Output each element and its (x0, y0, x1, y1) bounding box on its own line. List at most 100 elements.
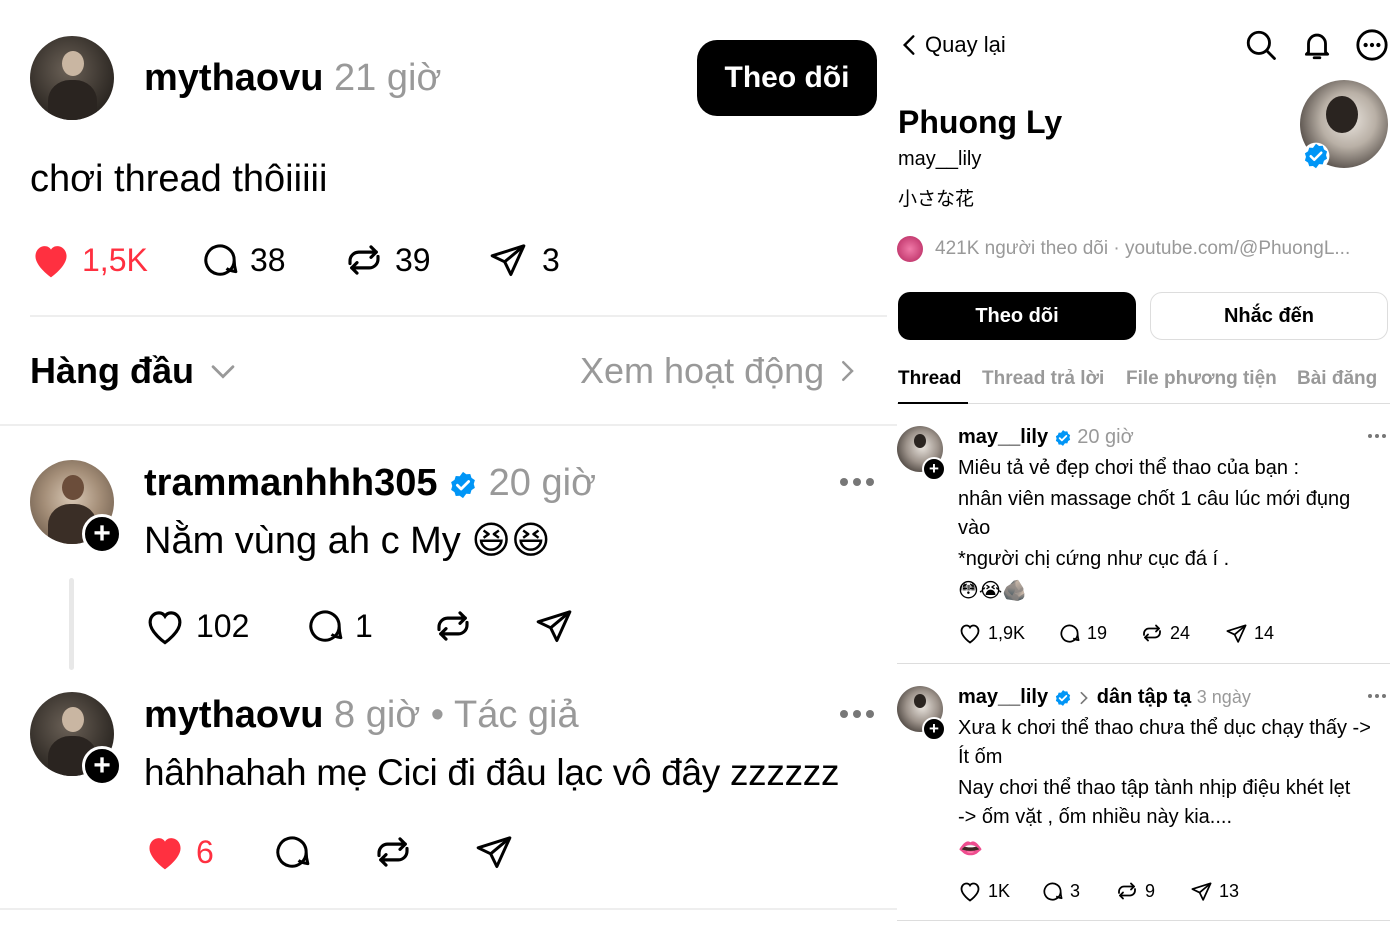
search-icon[interactable] (1244, 28, 1278, 62)
author-tag: Tác giả (453, 694, 579, 736)
chevron-right-icon (1080, 691, 1089, 704)
repost-icon (1143, 624, 1161, 642)
post-header: may__lily 20 giờ (958, 425, 1134, 449)
more-options-icon[interactable] (1368, 694, 1386, 698)
follow-button[interactable]: Theo dõi (697, 40, 877, 116)
like-count: 1K (988, 880, 1011, 901)
chevron-left-icon (902, 35, 915, 55)
comment-button[interactable] (272, 830, 312, 874)
post-emoji: 👄 (958, 838, 983, 860)
thread-line (69, 578, 74, 670)
share-count: 13 (1219, 880, 1240, 901)
repost-button[interactable] (372, 830, 414, 874)
reply-header: mythaovu 8 giờ • Tác giả (144, 692, 579, 738)
reply-time: 8 giờ (334, 694, 421, 736)
follow-plus-button[interactable]: + (922, 457, 946, 481)
comment-count: 19 (1087, 622, 1108, 643)
repost-button[interactable]: 39 (343, 238, 431, 282)
like-button[interactable]: 1,9K (958, 620, 1025, 646)
post-line: -> ốm vặt , ốm nhiều này kia.... (958, 806, 1233, 828)
more-circle-icon[interactable] (1355, 28, 1389, 62)
back-button[interactable]: Quay lại (899, 30, 1006, 60)
follow-plus-button[interactable]: + (82, 746, 122, 786)
comment-icon (204, 244, 238, 276)
follow-plus-button[interactable]: + (82, 514, 122, 554)
sort-label: Hàng đầu (30, 350, 195, 391)
view-activity-link[interactable]: Xem hoạt động (580, 348, 862, 394)
post-username[interactable]: may__lily (958, 686, 1048, 708)
comment-icon (1060, 624, 1080, 643)
comment-button[interactable]: 3 (1041, 878, 1080, 904)
chevron-down-icon (211, 365, 235, 379)
like-button[interactable]: 1,5K (30, 238, 148, 282)
like-button[interactable]: 6 (144, 830, 214, 874)
post-time: 3 ngày (1196, 687, 1251, 707)
verified-badge-icon (1302, 142, 1330, 170)
verified-badge-icon (1055, 689, 1070, 706)
share-icon (490, 244, 526, 276)
comment-button[interactable]: 19 (1058, 620, 1107, 646)
repost-button[interactable]: 9 (1115, 878, 1155, 904)
repost-icon (348, 245, 380, 275)
post-line: *người chị cứng như cục đá í . (958, 548, 1230, 570)
heart-filled-icon (35, 246, 67, 278)
like-button[interactable]: 1K (958, 878, 1010, 904)
like-count: 1,9K (988, 622, 1026, 643)
profile-bio: 小さな花 (898, 188, 975, 210)
comment-button[interactable]: 1 (305, 604, 373, 648)
post-header: mythaovu 21 giờ (144, 56, 441, 100)
sort-dropdown[interactable]: Hàng đầu (30, 348, 240, 394)
more-options-icon[interactable] (840, 478, 874, 486)
post-username[interactable]: may__lily (958, 426, 1048, 448)
reply-time: 20 giờ (488, 462, 596, 504)
reply-text: Nằm vùng ah c My (144, 520, 461, 562)
follow-plus-button[interactable]: + (922, 717, 946, 741)
post-time: 20 giờ (1077, 426, 1134, 448)
post-line: Miêu tả vẻ đẹp chơi thể thao của bạn : (958, 457, 1300, 479)
profile-panel: Quay lại Phuong Ly may__lily 小さな花 421K n… (897, 0, 1390, 927)
more-options-icon[interactable] (1368, 434, 1386, 438)
follow-button[interactable]: Theo dõi (898, 292, 1136, 340)
mention-button[interactable]: Nhắc đến (1150, 292, 1388, 340)
comment-icon (276, 836, 310, 868)
reply-username[interactable]: mythaovu (144, 694, 323, 736)
tab-reposts[interactable]: Bài đăng (1297, 368, 1377, 390)
comment-button[interactable]: 38 (200, 238, 286, 282)
reply-username[interactable]: trammanhhh305 (144, 462, 438, 504)
mention-button-label: Nhắc đến (1223, 304, 1315, 327)
reply-header: trammanhhh305 20 giờ (144, 460, 596, 506)
share-button[interactable] (474, 830, 514, 874)
comment-icon (309, 610, 343, 642)
divider (0, 908, 897, 910)
followers-row[interactable]: 421K người theo dõi · youtube.com/@Phuon… (897, 235, 1350, 263)
reply-text-row: Nằm vùng ah c My 😆😆 (144, 518, 551, 564)
verified-badge-icon (1055, 429, 1070, 446)
divider (897, 920, 1390, 921)
comment-count: 1 (355, 607, 373, 644)
tab-thread-replies[interactable]: Thread trả lời (982, 368, 1104, 390)
share-icon (476, 836, 512, 868)
divider (30, 315, 887, 317)
tab-media[interactable]: File phương tiện (1126, 368, 1277, 390)
heart-filled-icon (149, 838, 181, 870)
follow-button-label: Theo dõi (724, 61, 850, 94)
repost-button[interactable] (432, 604, 474, 648)
share-button[interactable] (534, 604, 574, 648)
avatar[interactable] (30, 36, 114, 120)
post-time: 21 giờ (334, 57, 442, 99)
more-options-icon[interactable] (840, 710, 874, 718)
community-name[interactable]: dân tập tạ (1097, 686, 1191, 708)
followers-text: 421K người theo dõi · youtube.com/@Phuon… (935, 238, 1351, 259)
divider (897, 663, 1390, 664)
post-line: vào (958, 517, 991, 539)
bell-icon[interactable] (1300, 28, 1334, 62)
like-button[interactable]: 102 (144, 604, 249, 648)
tab-thread[interactable]: Thread (898, 368, 961, 390)
share-button[interactable]: 13 (1190, 878, 1239, 904)
share-button[interactable]: 3 (488, 238, 560, 282)
repost-button[interactable]: 24 (1140, 620, 1190, 646)
share-button[interactable]: 14 (1225, 620, 1274, 646)
post-header: may__lily dân tập tạ 3 ngày (958, 685, 1251, 709)
post-username[interactable]: mythaovu (144, 57, 323, 99)
post-line: Nay chơi thể thao tập tành nhịp điệu khé… (958, 777, 1351, 799)
